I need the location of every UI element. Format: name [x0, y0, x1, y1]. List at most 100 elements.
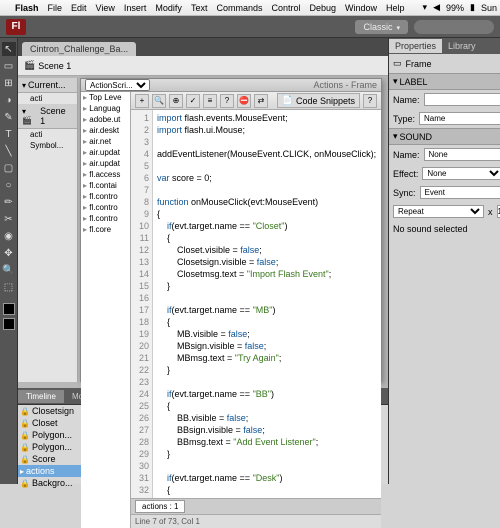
- menu-file[interactable]: File: [48, 3, 63, 13]
- target-button[interactable]: ⊕: [169, 94, 183, 108]
- search-field[interactable]: [414, 20, 494, 34]
- properties-tab[interactable]: Properties: [389, 39, 442, 53]
- stroke-color[interactable]: [3, 303, 15, 315]
- library-tab[interactable]: Library: [442, 39, 482, 53]
- repeat-select[interactable]: Repeat: [393, 205, 484, 218]
- menu-control[interactable]: Control: [271, 3, 300, 13]
- frame-icon: ▭: [393, 58, 402, 69]
- subselection-tool[interactable]: ▭: [2, 59, 16, 73]
- battery-percent: 99%: [446, 3, 464, 13]
- fill-color[interactable]: [3, 318, 15, 330]
- layers-list[interactable]: 🔒Closetsign 🔒Closet 🔒Polygon... 🔒Polygon…: [18, 405, 88, 484]
- tree-item[interactable]: air.updat: [81, 158, 130, 169]
- add-script-button[interactable]: +: [135, 94, 149, 108]
- menu-insert[interactable]: Insert: [124, 3, 147, 13]
- tree-item[interactable]: air.deskt: [81, 125, 130, 136]
- timeline-tab[interactable]: Timeline: [18, 390, 64, 403]
- tree-item[interactable]: fl.contro: [81, 202, 130, 213]
- code-content[interactable]: import flash.events.MouseEvent; import f…: [153, 110, 381, 498]
- wifi-icon: ▾: [423, 2, 428, 13]
- flash-app-bar: Fl Classic: [0, 16, 500, 38]
- script-classes-tree[interactable]: Top Leve Languag adobe.ut air.deskt air.…: [81, 92, 131, 528]
- menu-edit[interactable]: Edit: [71, 3, 87, 13]
- workspace-switcher[interactable]: Classic: [355, 20, 408, 34]
- scene-bar: 🎬Scene 1: [18, 56, 388, 76]
- nav-item[interactable]: acti: [18, 129, 77, 140]
- selection-tool[interactable]: ↖: [2, 42, 16, 56]
- help-button[interactable]: ?: [363, 94, 377, 108]
- pencil-tool[interactable]: ✏: [2, 195, 16, 209]
- document-tabs: Cintron_Challenge_Ba...: [18, 38, 388, 56]
- tree-item[interactable]: fl.contro: [81, 213, 130, 224]
- layer-row[interactable]: 🔒Backgro...: [18, 477, 88, 489]
- menu-view[interactable]: View: [96, 3, 115, 13]
- rectangle-tool[interactable]: ▢: [2, 161, 16, 175]
- code-toolbar: + 🔍 ⊕ ✓ ≡ ? ⛔ ⇄ 📄Code Snippets ?: [131, 92, 381, 110]
- layer-row-selected[interactable]: ▸actions: [18, 465, 88, 477]
- eraser-tool[interactable]: ✥: [2, 246, 16, 260]
- collapse-button[interactable]: ⇄: [254, 94, 268, 108]
- effect-select[interactable]: None: [422, 167, 500, 180]
- paint-bucket-tool[interactable]: ◉: [2, 229, 16, 243]
- find-button[interactable]: 🔍: [152, 94, 166, 108]
- tree-item[interactable]: Languag: [81, 103, 130, 114]
- sound-name-select[interactable]: None: [424, 148, 500, 161]
- menu-window[interactable]: Window: [345, 3, 377, 13]
- text-tool[interactable]: T: [2, 127, 16, 141]
- oval-tool[interactable]: ○: [2, 178, 16, 192]
- scene-label[interactable]: Scene 1: [38, 61, 71, 71]
- line-tool[interactable]: ╲: [2, 144, 16, 158]
- mac-menubar: Flash File Edit View Insert Modify Text …: [0, 0, 500, 16]
- check-syntax-button[interactable]: ✓: [186, 94, 200, 108]
- layer-row[interactable]: 🔒Closet: [18, 417, 88, 429]
- scene-section[interactable]: ▾ 🎬 Scene 1: [18, 104, 77, 129]
- script-tab[interactable]: actions : 1: [135, 500, 185, 513]
- menu-text[interactable]: Text: [191, 3, 208, 13]
- layer-row[interactable]: 🔒Polygon...: [18, 429, 88, 441]
- free-transform-tool[interactable]: ⊞: [2, 76, 16, 90]
- repeat-count-input[interactable]: [497, 205, 500, 218]
- show-hint-button[interactable]: ?: [220, 94, 234, 108]
- tree-item[interactable]: fl.contro: [81, 191, 130, 202]
- menu-modify[interactable]: Modify: [155, 3, 182, 13]
- brush-tool[interactable]: ✂: [2, 212, 16, 226]
- nav-item[interactable]: acti: [18, 93, 77, 104]
- tree-item[interactable]: fl.contai: [81, 180, 130, 191]
- nav-item[interactable]: Symbol...: [18, 140, 77, 151]
- current-section[interactable]: ▾ Current...: [18, 78, 77, 93]
- zoom-tool[interactable]: ⬚: [2, 280, 16, 294]
- layer-row[interactable]: 🔒Closetsign: [18, 405, 88, 417]
- pen-tool[interactable]: ✎: [2, 110, 16, 124]
- layer-row[interactable]: 🔒Polygon...: [18, 441, 88, 453]
- label-section[interactable]: LABEL: [389, 73, 500, 90]
- sync-select[interactable]: Event: [420, 186, 500, 199]
- code-editor[interactable]: 1234567891011121314151617181920212223242…: [131, 110, 381, 498]
- debug-button[interactable]: ⛔: [237, 94, 251, 108]
- menu-help[interactable]: Help: [386, 3, 405, 13]
- tree-item[interactable]: fl.core: [81, 224, 130, 235]
- tree-item[interactable]: air.net: [81, 136, 130, 147]
- tree-item[interactable]: adobe.ut: [81, 114, 130, 125]
- label-name-input[interactable]: [424, 93, 500, 106]
- layer-row[interactable]: 🔒Score: [18, 453, 88, 465]
- flash-logo: Fl: [6, 19, 26, 35]
- name-label: Name:: [393, 95, 420, 105]
- stage-area: 🎬Scene 1 ▾ Current... acti ▾ 🎬 Scene 1 a…: [18, 56, 388, 388]
- sound-section[interactable]: SOUND: [389, 128, 500, 145]
- auto-format-button[interactable]: ≡: [203, 94, 217, 108]
- tree-item[interactable]: air.updat: [81, 147, 130, 158]
- scene-icon: 🎬: [24, 60, 35, 71]
- tree-item[interactable]: fl.access: [81, 169, 130, 180]
- menu-commands[interactable]: Commands: [216, 3, 262, 13]
- sync-label: Sync:: [393, 188, 416, 198]
- label-type-select[interactable]: Name: [419, 112, 500, 125]
- tree-item[interactable]: Top Leve: [81, 92, 130, 103]
- script-version-select[interactable]: ActionScri...: [85, 79, 150, 91]
- code-snippets-button[interactable]: 📄Code Snippets: [277, 93, 360, 108]
- type-label: Type:: [393, 114, 415, 124]
- hand-tool[interactable]: 🔍: [2, 263, 16, 277]
- menu-debug[interactable]: Debug: [309, 3, 336, 13]
- document-tab[interactable]: Cintron_Challenge_Ba...: [22, 42, 136, 56]
- app-name[interactable]: Flash: [15, 3, 39, 13]
- lasso-tool[interactable]: ◑: [2, 93, 16, 107]
